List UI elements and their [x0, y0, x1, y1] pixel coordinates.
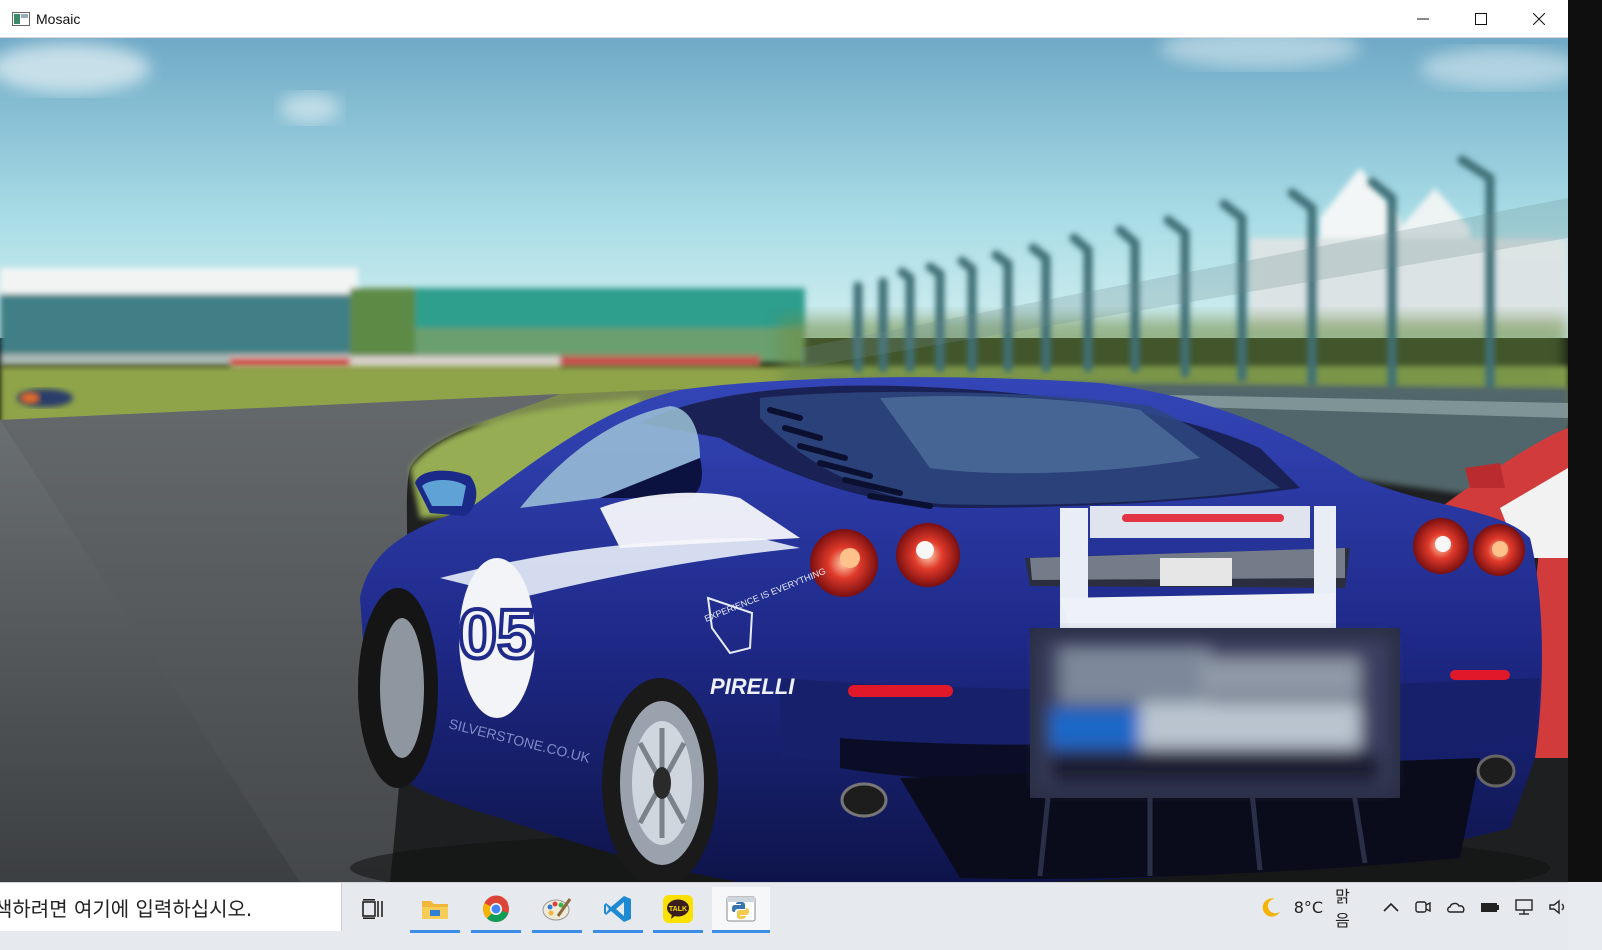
vscode-icon — [604, 896, 631, 922]
kakaotalk-icon: TALK — [663, 895, 693, 923]
paint-palette-icon — [542, 898, 572, 921]
taskbar-file-explorer[interactable] — [410, 887, 460, 933]
desktop-background — [1568, 0, 1602, 882]
app-icon — [12, 11, 30, 26]
network-icon[interactable] — [1514, 897, 1534, 917]
weather-condition[interactable]: 맑음 — [1335, 883, 1362, 931]
window-title: Mosaic — [36, 10, 81, 27]
battery-icon[interactable] — [1480, 897, 1500, 917]
svg-text:TALK: TALK — [669, 906, 687, 913]
taskbar-vscode[interactable] — [593, 887, 643, 933]
chrome-icon — [483, 895, 509, 922]
taskbar-chrome[interactable] — [471, 887, 521, 933]
moon-icon[interactable] — [1260, 895, 1282, 919]
minimize-button[interactable] — [1394, 0, 1452, 38]
taskbar-python[interactable] — [712, 887, 770, 933]
weather-temperature[interactable]: 8°C — [1294, 898, 1323, 917]
meet-now-icon[interactable] — [1414, 897, 1432, 917]
chevron-up-icon[interactable] — [1382, 897, 1400, 917]
taskbar-paint[interactable] — [532, 887, 582, 933]
taskbar-search-box[interactable]: 색하려면 여기에 입력하십시오. — [0, 883, 342, 931]
search-placeholder: 색하려면 여기에 입력하십시오. — [0, 896, 253, 921]
system-tray: 8°C 맑음 — [1260, 887, 1568, 930]
maximize-icon — [1475, 13, 1487, 25]
window-titlebar[interactable]: Mosaic — [0, 0, 1568, 38]
taskbar: 색하려면 여기에 입력하십시오. TALK 8°C 맑음 — [0, 882, 1568, 950]
car-number: 05 — [458, 595, 536, 673]
task-view-icon — [362, 899, 383, 919]
image-canvas[interactable]: 05 PIRELLI SILVERSTONE.CO.UK EXPERIENCE … — [0, 38, 1568, 882]
onedrive-icon[interactable] — [1446, 897, 1466, 917]
minimize-icon — [1417, 18, 1429, 20]
close-icon — [1533, 13, 1545, 25]
volume-icon[interactable] — [1548, 897, 1568, 917]
folder-icon — [422, 901, 448, 919]
maximize-button[interactable] — [1452, 0, 1510, 38]
python-icon — [726, 896, 756, 922]
task-view-button[interactable] — [348, 887, 398, 931]
taskbar-edge — [1568, 882, 1602, 950]
close-button[interactable] — [1510, 0, 1568, 38]
car-photo: 05 PIRELLI SILVERSTONE.CO.UK EXPERIENCE … — [0, 38, 1568, 882]
pirelli-logo: PIRELLI — [710, 674, 795, 699]
mosaic-region — [1030, 628, 1400, 798]
taskbar-kakaotalk[interactable]: TALK — [653, 887, 703, 933]
